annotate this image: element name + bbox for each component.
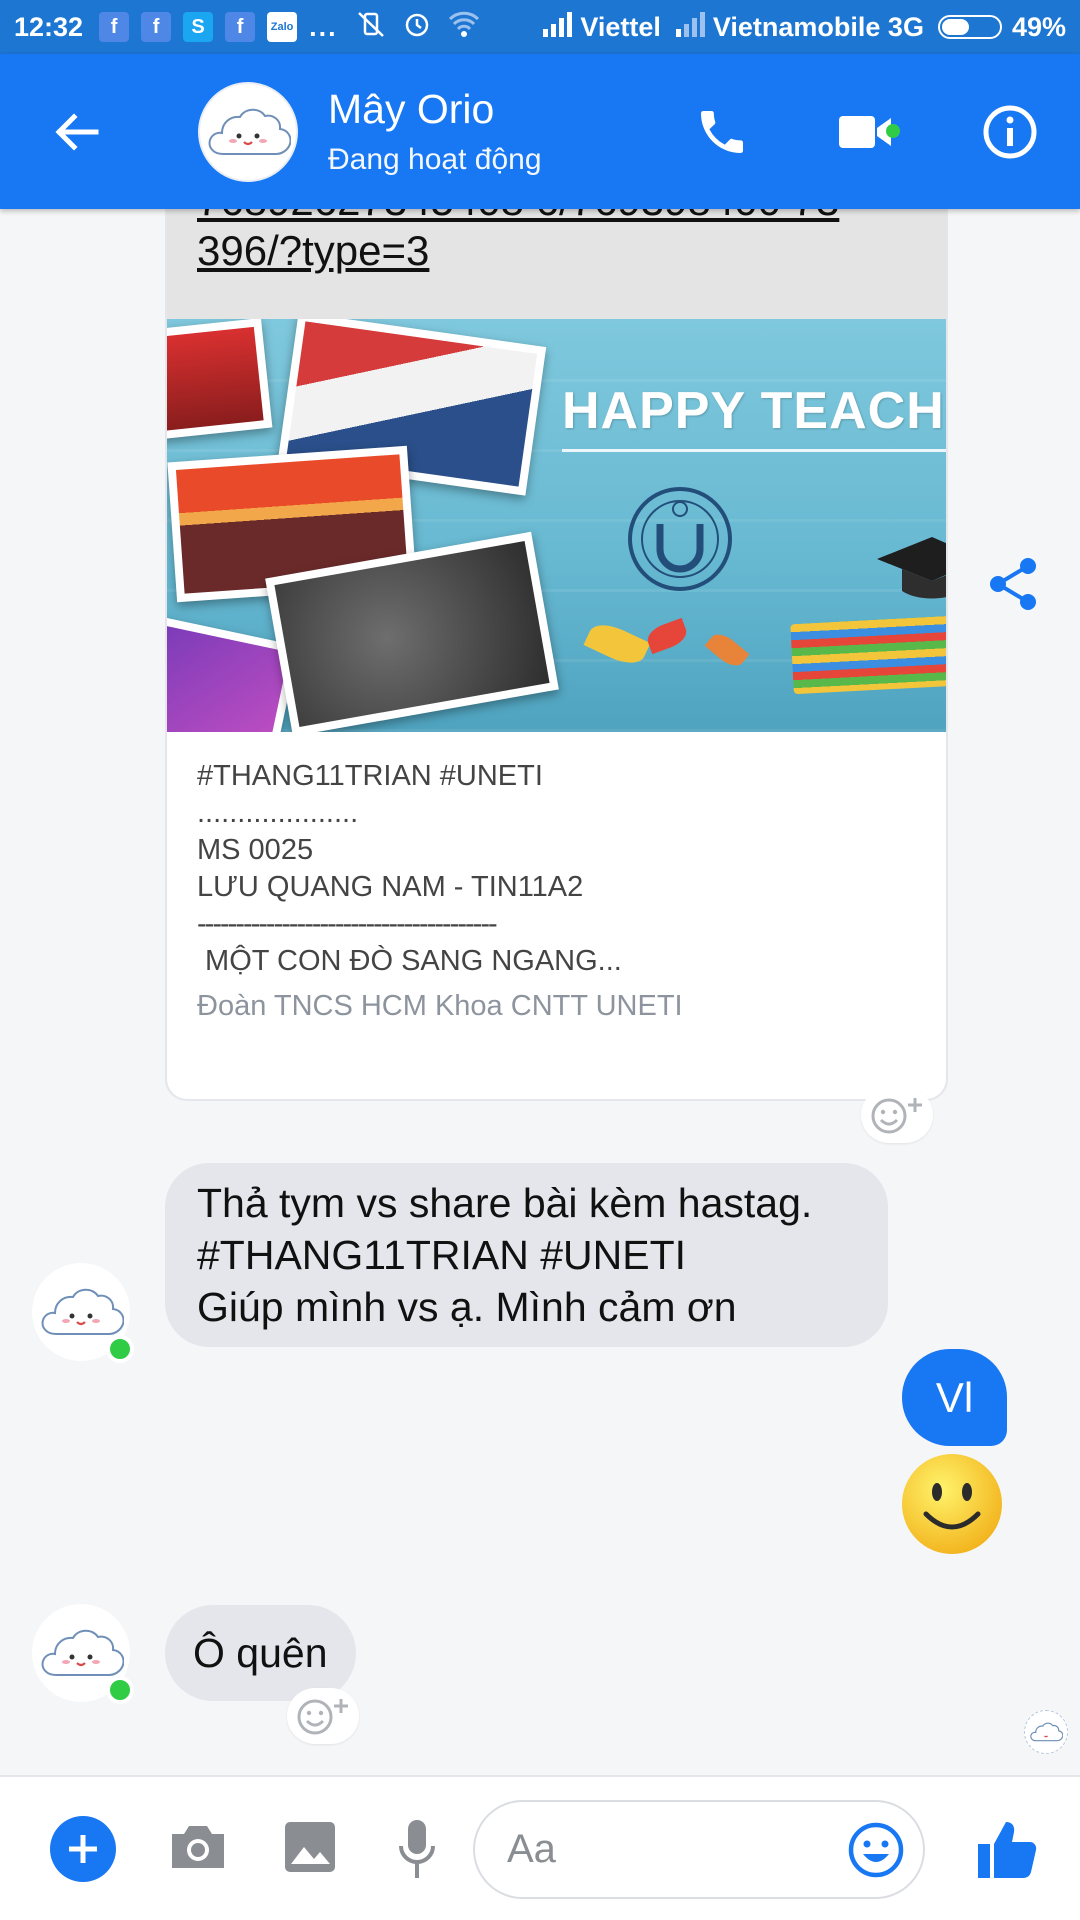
description-line: --------------------------------------- xyxy=(197,908,498,940)
cloud-avatar-icon xyxy=(41,1629,124,1676)
university-logo-icon xyxy=(628,487,732,591)
notification-overflow: ... xyxy=(309,11,338,42)
video-camera-icon xyxy=(839,115,891,148)
facebook-icon: f xyxy=(225,12,256,42)
zalo-icon: Zalo xyxy=(267,12,298,42)
voice-call-button[interactable] xyxy=(680,90,764,174)
cloud-avatar-icon xyxy=(41,1288,124,1335)
add-reaction-button[interactable] xyxy=(287,1688,359,1744)
contact-avatar[interactable] xyxy=(198,81,298,182)
collage-photo xyxy=(167,319,273,440)
share-icon xyxy=(990,558,1036,610)
message-input-container[interactable] xyxy=(473,1800,925,1899)
incoming-message[interactable]: Ô quên xyxy=(165,1605,356,1701)
more-actions-button[interactable] xyxy=(50,1816,116,1882)
facebook-icon: f xyxy=(141,12,172,42)
conversation-header: Mây Orio Đang hoạt động xyxy=(0,54,1080,209)
link-preview-image[interactable]: HAPPY TEACHER'S xyxy=(167,319,946,732)
status-bar: 12:32 f f S f Zalo ... Viettel Vietnamob… xyxy=(0,0,1080,54)
thumbs-up-icon xyxy=(978,1822,1037,1878)
video-call-button[interactable] xyxy=(824,90,908,174)
seen-indicator-avatar xyxy=(1024,1710,1068,1754)
gallery-button[interactable] xyxy=(277,1814,343,1880)
add-reaction-icon xyxy=(297,1699,348,1735)
graduation-cap-icon xyxy=(877,537,946,599)
signal-icon xyxy=(675,11,705,44)
active-status: Đang hoạt động xyxy=(328,143,542,176)
alarm-icon xyxy=(402,9,432,46)
facebook-icon: f xyxy=(99,12,130,42)
description-line: #THANG11TRIAN #UNETI xyxy=(197,760,543,792)
description-line: .................... xyxy=(197,797,359,829)
phone-icon xyxy=(701,110,743,153)
shared-link-card[interactable]: 76892627345408 6/769398400 73 396/?type=… xyxy=(165,209,948,1101)
online-indicator xyxy=(106,1676,134,1704)
carrier-1: Viettel xyxy=(580,11,661,42)
status-time: 12:32 xyxy=(14,11,84,42)
arrow-left-icon xyxy=(55,112,99,151)
camera-icon xyxy=(172,1826,224,1868)
add-reaction-button[interactable] xyxy=(861,1087,933,1143)
cloud-avatar-icon xyxy=(1030,1722,1063,1742)
link-source: Đoàn TNCS HCM Khoa CNTT UNETI xyxy=(197,990,683,1022)
vibrate-mute-icon xyxy=(356,9,386,46)
like-button[interactable] xyxy=(968,1809,1048,1889)
info-button[interactable] xyxy=(968,90,1052,174)
plus-icon xyxy=(69,1835,97,1863)
battery-percent: 49% xyxy=(1011,11,1066,42)
carrier-2: Vietnamobile 3G xyxy=(712,11,924,42)
share-button[interactable] xyxy=(986,556,1042,612)
emoji-button[interactable] xyxy=(847,1821,905,1879)
message-input[interactable] xyxy=(507,1827,807,1872)
image-icon xyxy=(285,1822,335,1872)
microphone-icon xyxy=(399,1820,435,1878)
emoji-icon xyxy=(848,1822,904,1877)
message-list[interactable]: 76892627345408 6/769398400 73 396/?type=… xyxy=(0,209,1080,1775)
link-url[interactable]: 76892627345408 6/769398400 73 396/?type=… xyxy=(167,209,946,319)
smiley-emoji-icon[interactable] xyxy=(900,1452,1004,1556)
description-line: MỘT CON ĐÒ SANG NGANG... xyxy=(197,945,622,977)
incoming-message[interactable]: Thả tym vs share bài kèm hastag. #THANG1… xyxy=(165,1163,888,1347)
description-line: LƯU QUANG NAM - TIN11A2 xyxy=(197,871,584,903)
camera-button[interactable] xyxy=(165,1814,231,1880)
back-button[interactable] xyxy=(32,87,122,177)
battery-icon xyxy=(937,15,1002,39)
contact-name[interactable]: Mây Orio xyxy=(328,86,542,133)
banner-title: HAPPY TEACHER'S xyxy=(562,382,946,440)
message-sender-avatar[interactable] xyxy=(32,1263,134,1363)
description-line: MS 0025 xyxy=(197,834,314,866)
info-icon xyxy=(983,105,1037,158)
outgoing-message[interactable]: Vl xyxy=(902,1349,1007,1446)
wifi-icon xyxy=(448,10,480,45)
cloud-avatar-icon xyxy=(208,108,291,155)
skype-icon: S xyxy=(183,12,214,42)
voice-message-button[interactable] xyxy=(390,1814,444,1884)
video-active-dot xyxy=(886,123,900,138)
message-composer xyxy=(0,1775,1080,1920)
add-reaction-icon xyxy=(871,1098,922,1134)
link-description: #THANG11TRIAN #UNETI ...................… xyxy=(167,732,946,1023)
online-indicator xyxy=(106,1335,134,1363)
message-sender-avatar[interactable] xyxy=(32,1604,134,1704)
signal-icon xyxy=(542,11,573,44)
